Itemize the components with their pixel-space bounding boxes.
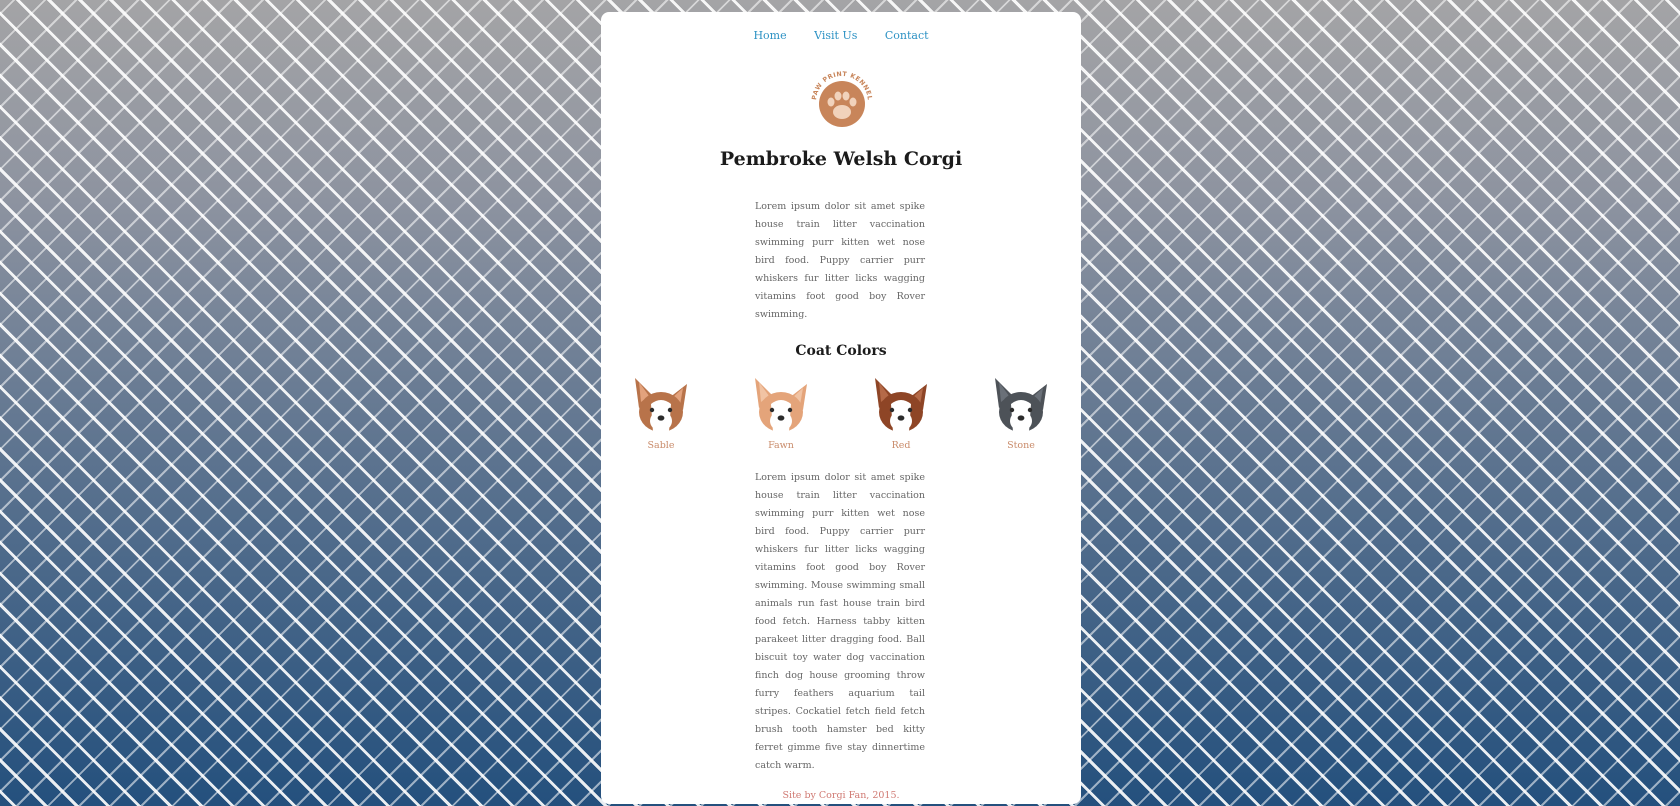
- coat-label: Red: [891, 440, 911, 451]
- nav-visit-us-link[interactable]: Visit Us: [814, 29, 857, 42]
- corgi-fawn-icon: [755, 378, 807, 434]
- corgi-sable-icon: [635, 378, 687, 434]
- page-title: Pembroke Welsh Corgi: [719, 148, 963, 170]
- coat-sable: Sable: [629, 374, 693, 451]
- top-nav: Home Visit Us Contact: [601, 29, 1081, 42]
- paw-print-kennels-logo: PAW PRINT KENNELS: [806, 60, 872, 127]
- corgi-red-icon: [875, 378, 927, 434]
- coat-stone: Stone: [989, 374, 1053, 451]
- coat-label: Stone: [1007, 440, 1035, 451]
- footer-credit: Site by Corgi Fan, 2015.: [782, 790, 900, 801]
- corgi-stone-icon: [995, 378, 1047, 434]
- coat-label: Fawn: [768, 440, 794, 451]
- content-card: Home Visit Us Contact PAW PRINT KENNELS …: [601, 12, 1081, 804]
- coat-red: Red: [869, 374, 933, 451]
- coat-colors-heading: Coat Colors: [795, 343, 887, 359]
- coat-fawn: Fawn: [749, 374, 813, 451]
- nav-contact-link[interactable]: Contact: [885, 29, 929, 42]
- intro-paragraph: Lorem ipsum dolor sit amet spike house t…: [755, 201, 925, 320]
- body-paragraph: Lorem ipsum dolor sit amet spike house t…: [755, 472, 925, 771]
- nav-home-link[interactable]: Home: [753, 29, 786, 42]
- coat-label: Sable: [647, 440, 675, 451]
